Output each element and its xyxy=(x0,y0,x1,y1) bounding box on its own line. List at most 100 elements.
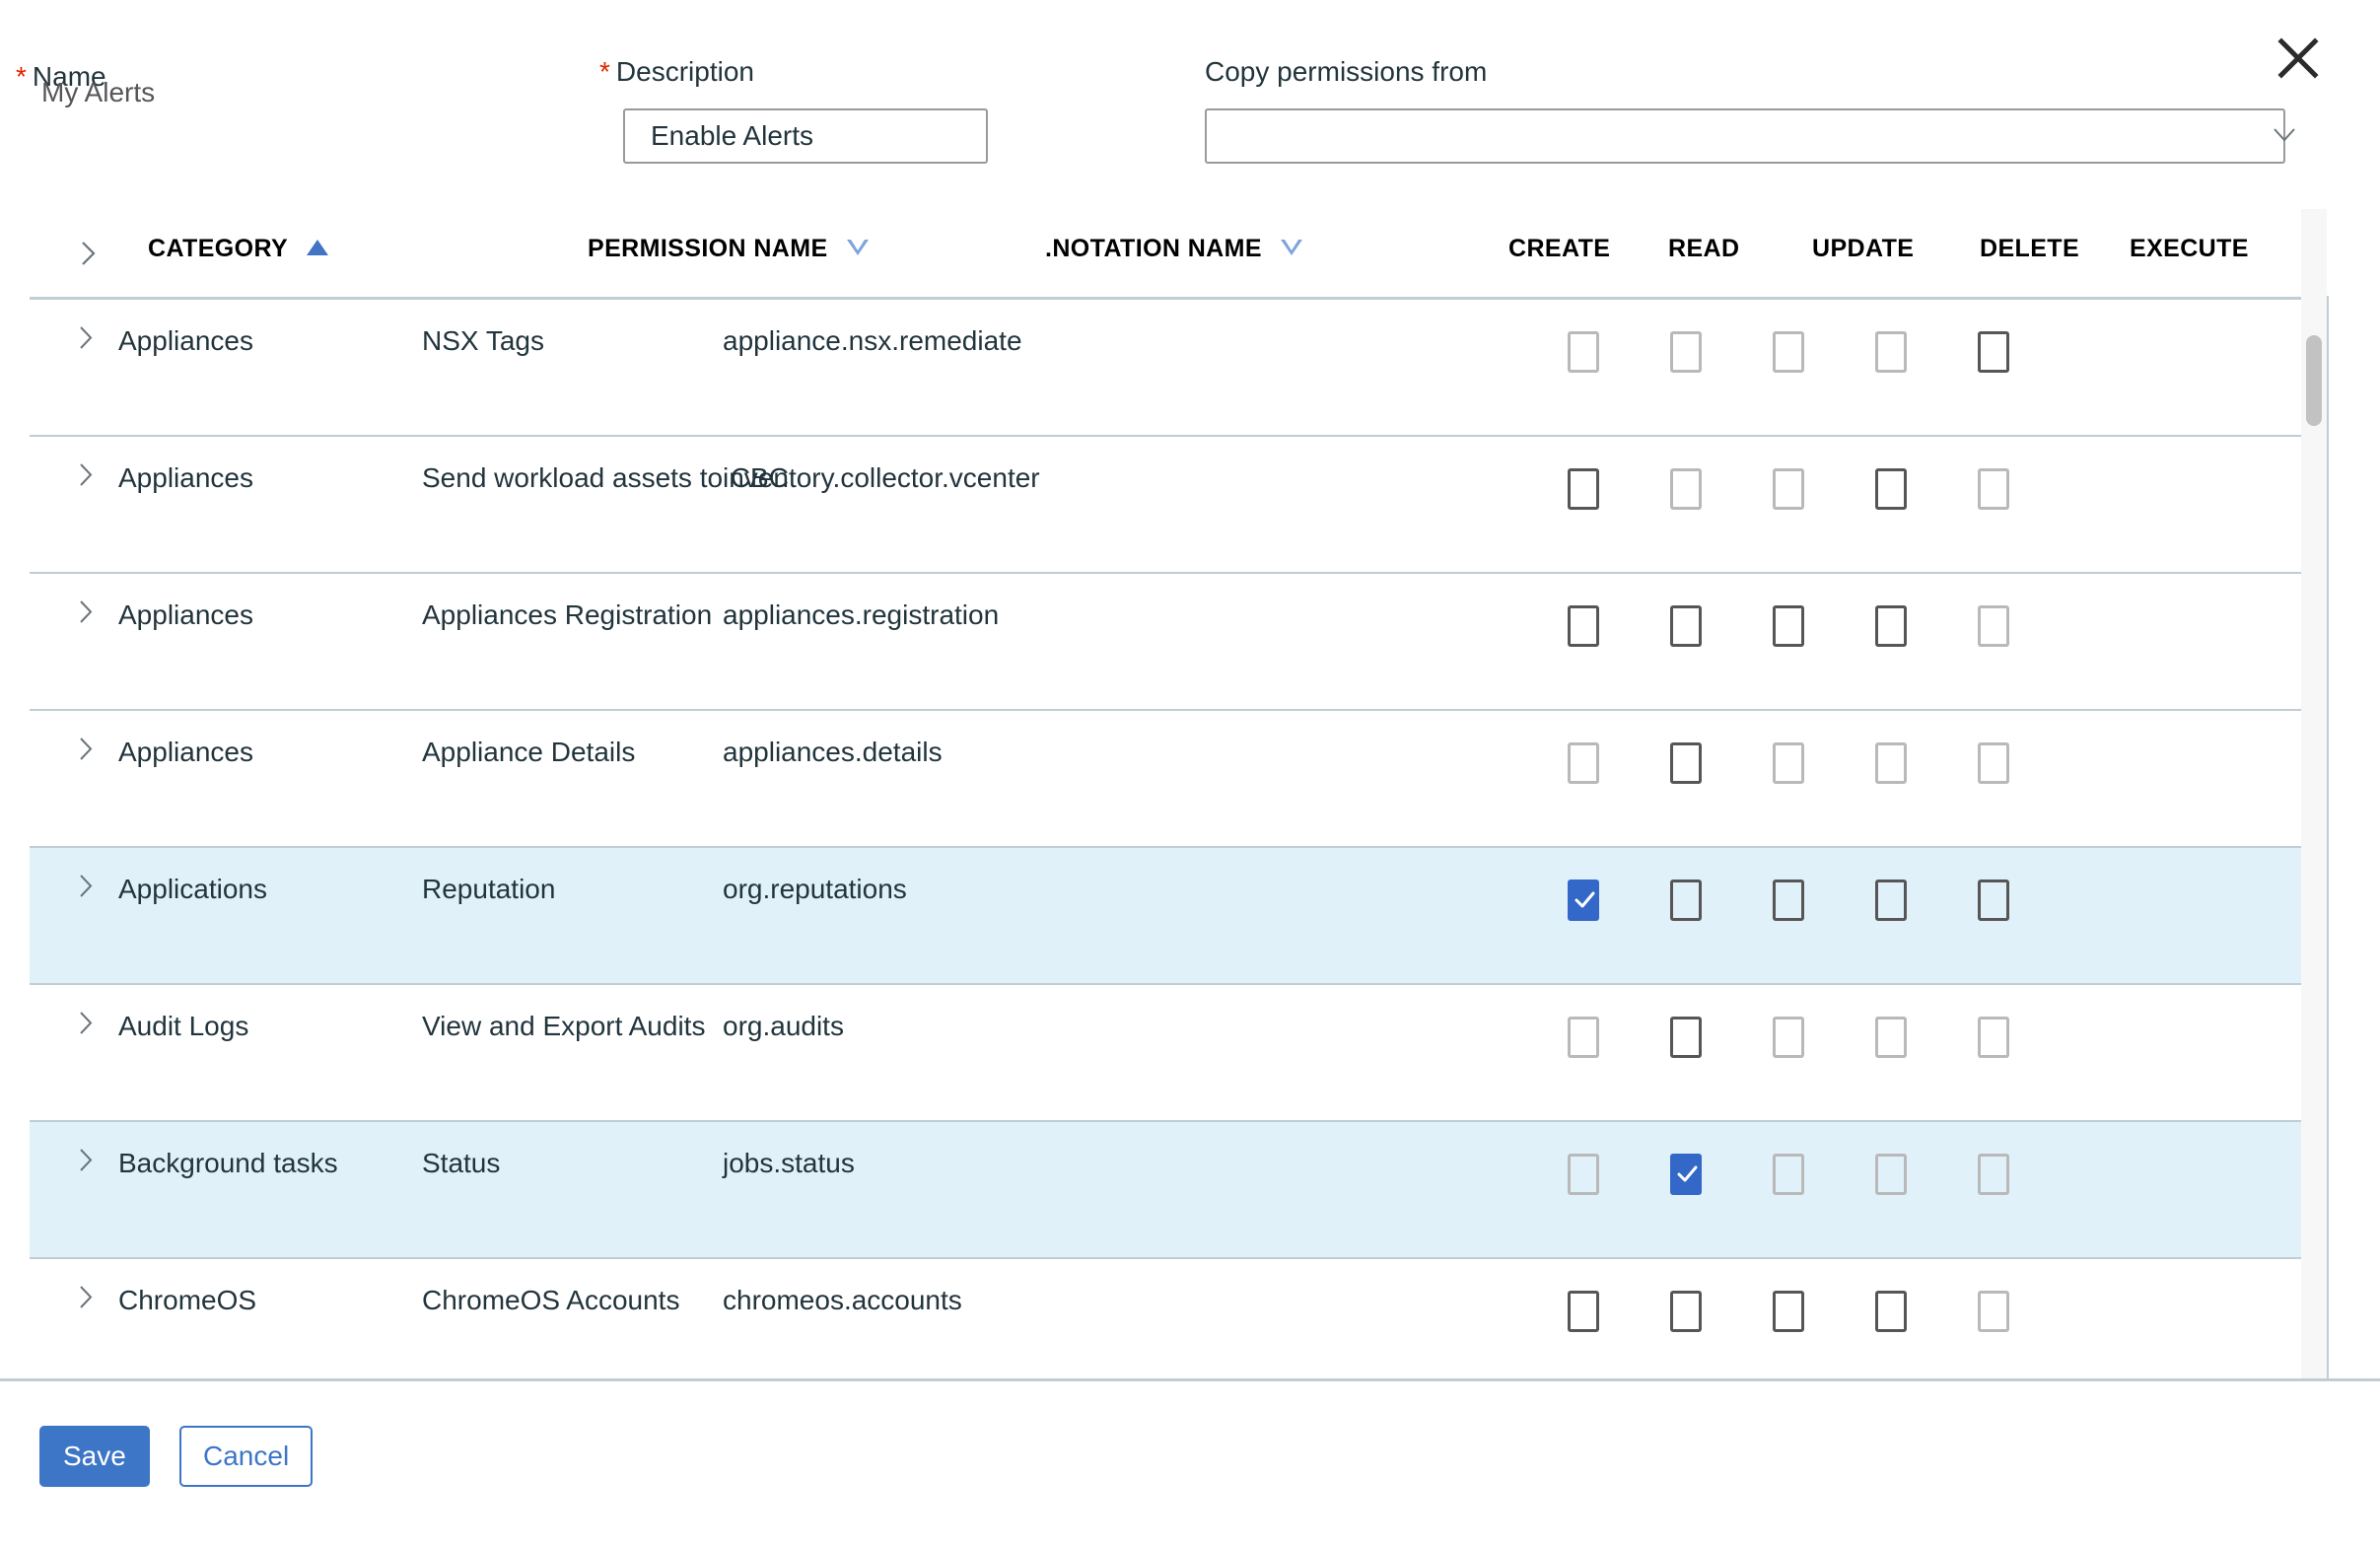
check-icon xyxy=(1575,891,1595,908)
permission-editor-page: *Name My Alerts *Description Copy permis… xyxy=(0,0,2380,1548)
checkbox-update xyxy=(1773,742,1804,784)
cell-category: ChromeOS xyxy=(118,1285,257,1315)
checkbox-execute xyxy=(1978,605,2009,647)
checkbox-create[interactable] xyxy=(1568,605,1599,647)
cell-permission-name: Appliances Registration xyxy=(422,599,713,630)
checkbox-read[interactable] xyxy=(1670,1291,1702,1332)
checkbox-execute xyxy=(1978,1154,2009,1195)
cell-category: Appliances xyxy=(118,462,253,493)
checkbox-read[interactable] xyxy=(1670,1154,1702,1195)
table-row[interactable]: Appliances Appliance Details appliances.de… xyxy=(30,711,2327,848)
row-expand-chevron-icon[interactable] xyxy=(79,599,94,624)
checkbox-update xyxy=(1773,468,1804,510)
cell-permission-name: Appliance Details xyxy=(422,737,636,767)
checkbox-update[interactable] xyxy=(1773,880,1804,921)
row-expand-chevron-icon[interactable] xyxy=(79,1011,94,1035)
cell-notation-name: org.audits xyxy=(723,1011,844,1041)
column-header-permission-name-label: PERMISSION NAME xyxy=(588,235,828,262)
sort-descending-icon xyxy=(1281,240,1303,255)
column-header-create[interactable]: CREATE xyxy=(1508,237,1610,261)
row-expand-chevron-icon[interactable] xyxy=(79,462,94,487)
table-vertical-scrollbar[interactable] xyxy=(2301,209,2327,1378)
checkbox-read xyxy=(1670,331,1702,373)
table-row[interactable]: Applications Reputation org.reputations xyxy=(30,848,2327,985)
checkbox-delete xyxy=(1875,742,1907,784)
copy-permissions-from-select[interactable] xyxy=(1205,108,2285,164)
checkbox-delete[interactable] xyxy=(1875,1291,1907,1332)
table-row[interactable]: ChromeOS ChromeOS Accounts chromeos.accoun… xyxy=(30,1259,2327,1370)
checkbox-create xyxy=(1568,742,1599,784)
checkbox-create xyxy=(1568,1017,1599,1058)
column-header-category[interactable]: CATEGORY xyxy=(148,237,328,261)
table-row[interactable]: Appliances NSX Tags appliance.nsx.remediat… xyxy=(30,300,2327,437)
cancel-button[interactable]: Cancel xyxy=(179,1426,314,1487)
checkbox-delete[interactable] xyxy=(1875,605,1907,647)
cell-permission-name: NSX Tags xyxy=(422,325,544,356)
table-row[interactable]: Audit Logs View and Export Audits org.audi… xyxy=(30,985,2327,1122)
cell-notation-name: appliance.nsx.remediate xyxy=(723,325,1022,356)
table-right-border xyxy=(2327,296,2329,1378)
check-icon xyxy=(1677,1165,1698,1182)
checkbox-read[interactable] xyxy=(1670,1017,1702,1058)
cell-category: Audit Logs xyxy=(118,1011,249,1041)
name-value: My Alerts xyxy=(41,77,156,107)
checkbox-execute[interactable] xyxy=(1978,331,2009,373)
column-header-delete[interactable]: DELETE xyxy=(1980,237,2079,261)
row-expand-chevron-icon[interactable] xyxy=(79,874,94,898)
checkbox-execute xyxy=(1978,1291,2009,1332)
name-required-marker: * xyxy=(16,61,27,92)
close-button[interactable] xyxy=(2258,18,2339,99)
cell-notation-name: chromeos.accounts xyxy=(723,1285,962,1315)
close-icon xyxy=(2277,37,2319,79)
table-row[interactable]: Appliances Appliances Registration applian… xyxy=(30,574,2327,711)
column-header-read[interactable]: READ xyxy=(1668,237,1739,261)
description-label-text: Description xyxy=(615,56,754,87)
column-header-permission-name[interactable]: PERMISSION NAME xyxy=(588,237,869,261)
checkbox-create[interactable] xyxy=(1568,468,1599,510)
checkbox-delete xyxy=(1875,1154,1907,1195)
column-header-notation-name-label: .NOTATION NAME xyxy=(1045,235,1262,262)
cell-notation-name: appliances.registration xyxy=(723,599,1000,630)
row-expand-chevron-icon[interactable] xyxy=(79,325,94,350)
description-field-label: * Description xyxy=(599,58,754,86)
copy-permissions-label: Copy permissions from xyxy=(1205,56,1488,87)
checkbox-delete[interactable] xyxy=(1875,468,1907,510)
checkbox-execute xyxy=(1978,468,2009,510)
cell-category: Applications xyxy=(118,874,267,904)
form-area: *Name My Alerts *Description Copy permis… xyxy=(0,0,2380,209)
column-header-category-label: CATEGORY xyxy=(148,235,288,262)
checkbox-execute[interactable] xyxy=(1978,880,2009,921)
cell-notation-name: jobs.status xyxy=(723,1148,855,1178)
row-expand-chevron-icon[interactable] xyxy=(79,737,94,761)
table-row[interactable]: Appliances Send workload assets to CBC inv… xyxy=(30,437,2327,574)
cell-permission-name: ChromeOS Accounts xyxy=(422,1285,680,1315)
table-body: Appliances NSX Tags appliance.nsx.remediat… xyxy=(30,300,2327,1370)
checkbox-update[interactable] xyxy=(1773,605,1804,647)
checkbox-create[interactable] xyxy=(1568,880,1599,921)
checkbox-create xyxy=(1568,1154,1599,1195)
cell-permission-name: Reputation xyxy=(422,874,556,904)
scrollbar-thumb[interactable] xyxy=(2306,335,2322,426)
permissions-table: CATEGORY PERMISSION NAME .NOTATION NAME … xyxy=(0,209,2380,1378)
column-header-notation-name[interactable]: .NOTATION NAME xyxy=(1045,235,1303,262)
column-header-update[interactable]: UPDATE xyxy=(1812,237,1914,261)
row-expand-chevron-icon[interactable] xyxy=(79,1285,94,1309)
checkbox-create xyxy=(1568,331,1599,373)
expand-all-chevron-icon[interactable] xyxy=(81,241,97,266)
checkbox-update xyxy=(1773,1017,1804,1058)
cell-category: Appliances xyxy=(118,325,253,356)
checkbox-read[interactable] xyxy=(1670,880,1702,921)
cell-notation-name: inventory.collector.vcenter xyxy=(723,462,1040,493)
checkbox-read[interactable] xyxy=(1670,742,1702,784)
save-button[interactable]: Save xyxy=(39,1426,150,1487)
checkbox-delete[interactable] xyxy=(1875,880,1907,921)
cell-notation-name: org.reputations xyxy=(723,874,907,904)
description-input[interactable] xyxy=(623,108,988,164)
table-row[interactable]: Background tasks Status jobs.status xyxy=(30,1122,2327,1259)
column-header-execute[interactable]: EXECUTE xyxy=(2130,237,2249,261)
checkbox-read[interactable] xyxy=(1670,605,1702,647)
checkbox-create[interactable] xyxy=(1568,1291,1599,1332)
table-header-row: CATEGORY PERMISSION NAME .NOTATION NAME … xyxy=(30,209,2327,300)
row-expand-chevron-icon[interactable] xyxy=(79,1148,94,1172)
checkbox-update[interactable] xyxy=(1773,1291,1804,1332)
